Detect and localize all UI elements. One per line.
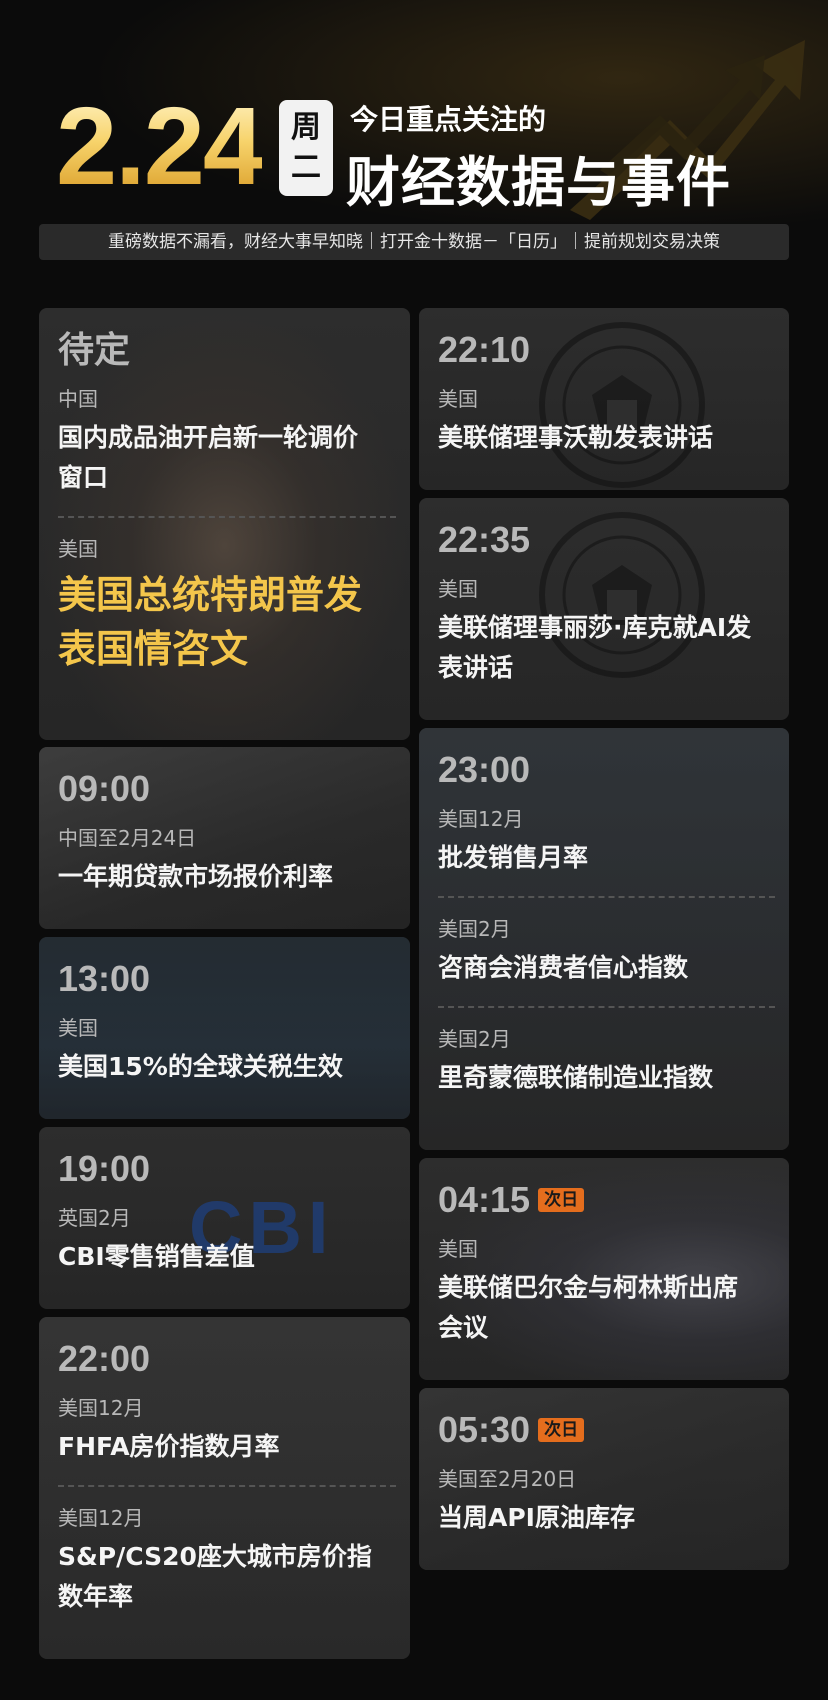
event-region: 中国至2月24日 [58,826,197,850]
event-title: 批发销售月率 [438,843,589,872]
event-time: 22:00 [58,1338,151,1379]
event-time-text: 05:30 [438,1409,531,1450]
event-title: 一年期贷款市场报价利率 [58,862,334,891]
page-title: 财经数据与事件 [346,151,731,214]
event-time: 05:30 次日 [438,1410,775,1450]
date-display: 2.24 [56,85,264,208]
event-title: 美联储理事沃勒发表讲话 [438,423,714,452]
event-time: 23:00 [438,749,531,790]
event-region: 美国 [438,387,478,411]
event-card-1300[interactable]: 13:00 美国 美国15%的全球关税生效 [39,937,410,1119]
event-title: S&P/CS20座大城市房价指数年率 [58,1542,372,1611]
event-title: 美联储理事丽莎·库克就AI发表讲话 [438,613,752,682]
event-card-2210[interactable]: 22:10 美国 美联储理事沃勒发表讲话 [419,308,789,490]
event-region: 美国 [438,577,478,601]
weekday-bottom: 二 [291,150,321,185]
highlight-event-title: 美国总统特朗普发表国情咨文 [58,573,363,671]
event-region: 美国12月 [58,1396,144,1420]
event-region: 美国 [58,1016,98,1040]
event-title: 当周API原油库存 [438,1503,635,1532]
header: 2.24 周 二 今日重点关注的 财经数据与事件 [56,85,776,215]
event-time: 13:00 [58,958,151,999]
event-card-0415[interactable]: 04:15 次日 美国 美联储巴尔金与柯林斯出席会议 [419,1158,789,1380]
event-region: 美国12月 [58,1506,144,1530]
event-region: 美国至2月20日 [438,1467,577,1491]
event-title: 美联储巴尔金与柯林斯出席会议 [438,1273,739,1342]
event-region: 美国 [58,537,98,561]
event-title: 咨商会消费者信心指数 [438,953,689,982]
tagline: 重磅数据不漏看，财经大事早知晓｜打开金十数据－「日历」｜提前规划交易决策 [39,224,789,260]
event-region: 英国2月 [58,1206,131,1230]
event-title: FHFA房价指数月率 [58,1432,280,1461]
event-time: 待定 [58,329,131,370]
next-day-badge: 次日 [538,1418,585,1442]
event-time: 04:15 次日 [438,1180,775,1220]
event-region: 美国2月 [438,917,511,941]
event-title: 国内成品油开启新一轮调价窗口 [58,423,359,492]
event-title: 美国15%的全球关税生效 [58,1052,343,1081]
event-region: 中国 [58,387,98,411]
event-region: 美国 [438,1237,478,1261]
next-day-badge: 次日 [538,1188,585,1212]
divider [438,896,775,898]
weekday-badge: 周 二 [279,100,333,196]
event-time-text: 04:15 [438,1179,531,1220]
divider [58,1485,396,1487]
event-region: 美国2月 [438,1027,511,1051]
event-card-2300[interactable]: 23:00 美国12月 批发销售月率 美国2月 咨商会消费者信心指数 美国2月 … [419,728,789,1150]
event-card-2200[interactable]: 22:00 美国12月 FHFA房价指数月率 美国12月 S&P/CS20座大城… [39,1317,410,1659]
divider [58,516,396,518]
weekday-top: 周 [291,110,321,145]
event-title: 里奇蒙德联储制造业指数 [438,1063,714,1092]
event-time: 22:10 [438,329,531,370]
event-card-1900[interactable]: CBI 19:00 英国2月 CBI零售销售差值 [39,1127,410,1309]
event-time: 22:35 [438,519,531,560]
divider [438,1006,775,1008]
event-card-tbd[interactable]: 待定 中国 国内成品油开启新一轮调价窗口 美国 美国总统特朗普发表国情咨文 [39,308,410,740]
event-card-0530[interactable]: 05:30 次日 美国至2月20日 当周API原油库存 [419,1388,789,1570]
event-title: CBI零售销售差值 [58,1242,255,1271]
event-time: 19:00 [58,1148,151,1189]
event-card-0900[interactable]: 09:00 中国至2月24日 一年期贷款市场报价利率 [39,747,410,929]
event-region: 美国12月 [438,807,524,831]
subtitle: 今日重点关注的 [350,103,547,136]
event-time: 09:00 [58,768,151,809]
event-card-2235[interactable]: 22:35 美国 美联储理事丽莎·库克就AI发表讲话 [419,498,789,720]
